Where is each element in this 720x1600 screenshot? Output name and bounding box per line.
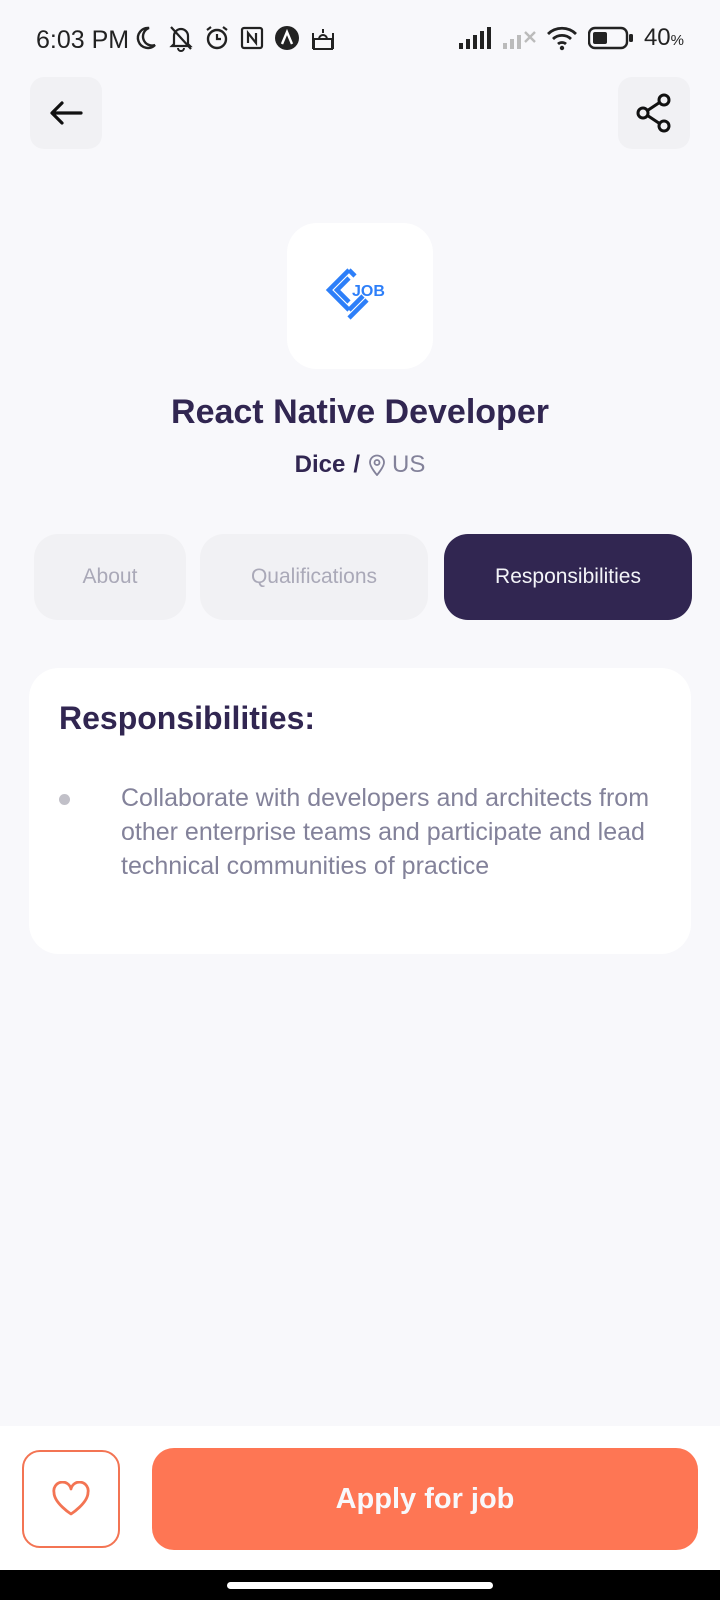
nfc-icon [240, 26, 264, 50]
location-pin-icon [369, 454, 385, 476]
list-item-text: Collaborate with developers and architec… [121, 784, 650, 880]
footer: Apply for job [0, 1426, 720, 1570]
arrow-left-icon [50, 101, 83, 125]
tab-qualifications[interactable]: Qualifications [200, 534, 428, 620]
app-a-icon [275, 26, 299, 50]
bell-off-icon [169, 26, 193, 52]
job-title: React Native Developer [171, 393, 549, 431]
share-icon [636, 93, 671, 133]
status-time: 6:03 PM [36, 26, 130, 54]
company-name: Dice [294, 451, 346, 478]
logo-text: JOB [352, 283, 385, 300]
battery-percent: 40% [643, 24, 684, 51]
wifi-icon [546, 26, 577, 51]
status-icons-right: 40% [458, 24, 684, 52]
share-button[interactable] [618, 77, 690, 149]
apply-button[interactable]: Apply for job [152, 1448, 698, 1550]
favorite-button[interactable] [22, 1450, 120, 1548]
job-location: US [368, 451, 425, 479]
location-text: US [392, 451, 426, 478]
tab-responsibilities[interactable]: Responsibilities [444, 534, 692, 620]
system-nav-bar [0, 1570, 720, 1600]
responsibilities-card: Responsibilities: Collaborate with devel… [29, 668, 691, 954]
company-logo: JOB [325, 268, 385, 320]
moon-icon [136, 26, 156, 50]
bullet-dot [59, 794, 70, 805]
battery-icon [587, 26, 633, 50]
status-bar: 6:03 PM 40% [0, 0, 720, 82]
company-info: Dice / US [0, 451, 720, 479]
heart-icon [52, 1481, 90, 1516]
mosque-icon [312, 29, 334, 50]
status-icons-left [134, 24, 336, 52]
home-indicator[interactable] [227, 1582, 493, 1589]
signal-icon [458, 27, 491, 49]
company-logo-card: JOB [287, 223, 433, 369]
back-button[interactable] [30, 77, 102, 149]
signal-no-icon [502, 31, 536, 49]
company-separator: / [353, 451, 361, 478]
tab-about[interactable]: About [34, 534, 186, 620]
card-heading: Responsibilities: [59, 700, 316, 736]
alarm-icon [206, 26, 228, 50]
